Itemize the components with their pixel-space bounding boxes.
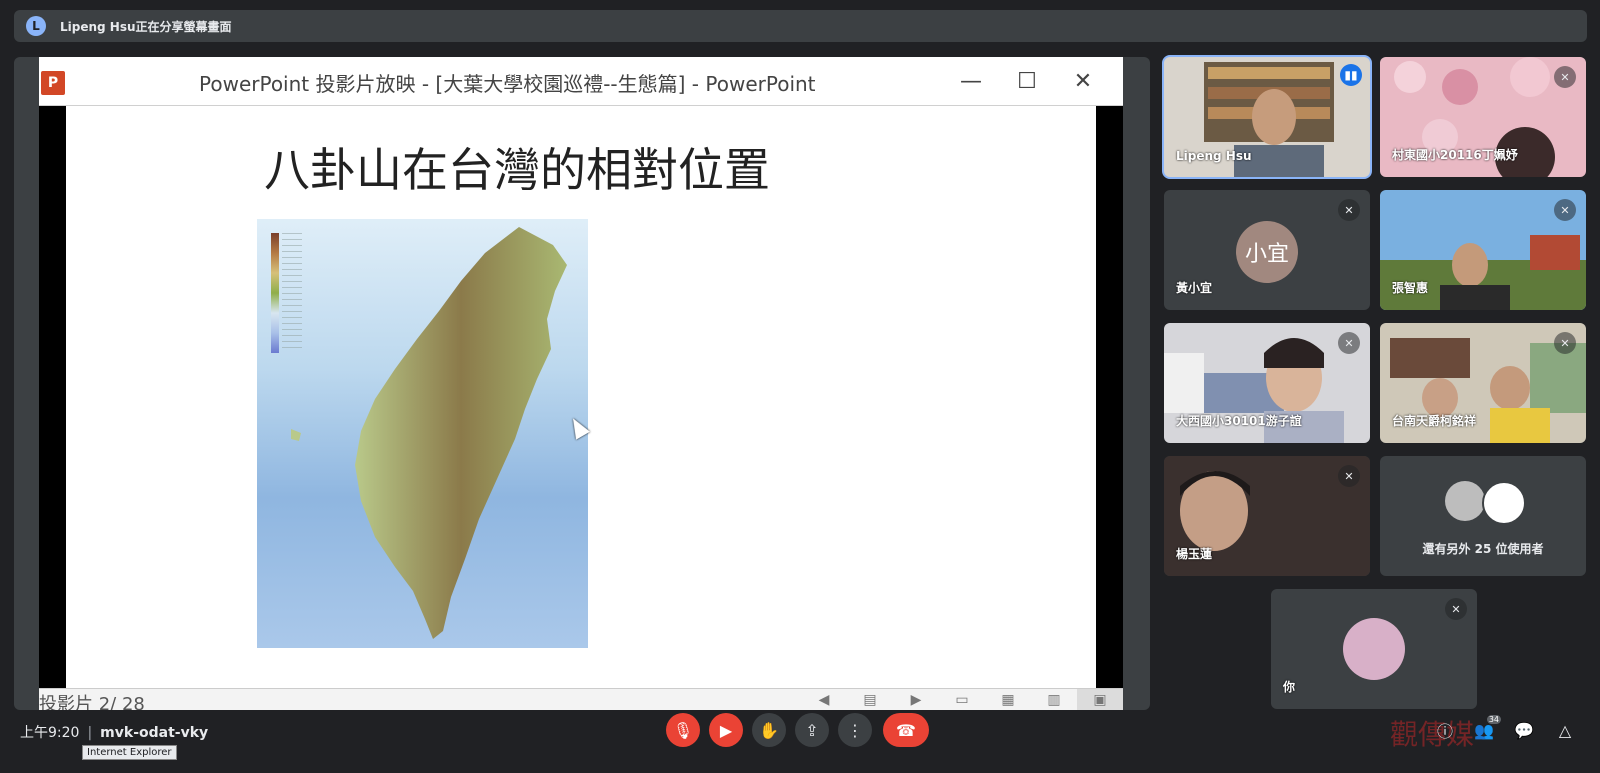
presenter-avatar: L bbox=[26, 16, 46, 36]
slide-counter: 投影片 2/ 28 bbox=[39, 694, 145, 710]
reading-view-icon[interactable]: ▥ bbox=[1031, 689, 1077, 710]
participant-tile[interactable]: ▮▮ Lipeng Hsu bbox=[1162, 55, 1372, 179]
participant-name: 黃小宜 bbox=[1176, 281, 1213, 295]
raise-hand-button[interactable]: ✋ bbox=[752, 713, 786, 747]
participant-tile[interactable]: ✕ 楊玉蓮 bbox=[1164, 456, 1370, 576]
meeting-code[interactable]: mvk-odat-vky bbox=[100, 725, 208, 741]
tooltip: Internet Explorer bbox=[82, 745, 177, 760]
end-call-button[interactable]: ☎ bbox=[883, 713, 929, 747]
more-participants-label: 還有另外 25 位使用者 bbox=[1422, 542, 1544, 556]
view-buttons: ◀ ▤ ▶ ▭ ▦ ▥ ▣ bbox=[801, 689, 1123, 710]
mic-off-icon: ✕ bbox=[1554, 66, 1576, 88]
next-slide-icon[interactable]: ▶ bbox=[893, 689, 939, 710]
slide-title: 八卦山在台灣的相對位置 bbox=[264, 143, 770, 197]
participant-name: 你 bbox=[1283, 680, 1296, 694]
minimize-button[interactable]: — bbox=[953, 65, 989, 97]
participant-name: 村東國小20116丁姵妤 bbox=[1392, 148, 1518, 162]
participant-name: 張智惠 bbox=[1392, 281, 1429, 295]
avatar bbox=[1343, 618, 1405, 680]
avatar: 小宜 bbox=[1236, 221, 1298, 283]
participant-tile[interactable]: ✕ 村東國小20116丁姵妤 bbox=[1380, 57, 1586, 177]
shared-screen: P PowerPoint 投影片放映 - [大葉大學校園巡禮--生態篇] - P… bbox=[14, 57, 1150, 710]
participant-tile[interactable]: 小宜 ✕ 黃小宜 bbox=[1164, 190, 1370, 310]
people-button[interactable]: 👥 34 bbox=[1473, 715, 1501, 741]
slideshow-statusbar: 投影片 2/ 28 ◀ ▤ ▶ ▭ ▦ ▥ ▣ bbox=[39, 688, 1123, 710]
taiwan-island-shape bbox=[291, 227, 567, 639]
maximize-button[interactable]: ☐ bbox=[1009, 65, 1045, 97]
mic-toggle-button[interactable]: 🎙 bbox=[666, 713, 700, 747]
mic-off-icon: ✕ bbox=[1445, 598, 1467, 620]
participant-name: 大西國小30101游子誼 bbox=[1176, 414, 1302, 428]
chat-button[interactable]: 💬 bbox=[1513, 719, 1535, 741]
activities-button[interactable]: △ bbox=[1554, 719, 1576, 741]
avatar bbox=[1482, 481, 1526, 525]
slide: 八卦山在台灣的相對位置 bbox=[66, 106, 1096, 688]
avatar bbox=[1445, 481, 1485, 521]
taiwan-relief-map-image bbox=[257, 219, 588, 648]
presenting-banner: L Lipeng Hsu正在分享螢幕畫面 bbox=[14, 10, 1587, 42]
normal-view-icon[interactable]: ▭ bbox=[939, 689, 985, 710]
participant-tile[interactable]: ✕ 台南天爵柯銘祥 bbox=[1380, 323, 1586, 443]
camera-toggle-button[interactable]: ▶ bbox=[709, 713, 743, 747]
participant-tile[interactable]: ✕ 大西國小30101游子誼 bbox=[1164, 323, 1370, 443]
participant-name: Lipeng Hsu bbox=[1176, 149, 1252, 163]
powerpoint-window: P PowerPoint 投影片放映 - [大葉大學校園巡禮--生態篇] - P… bbox=[39, 57, 1123, 710]
watermark: 觀傳媒 bbox=[1390, 718, 1475, 751]
close-button[interactable]: ✕ bbox=[1065, 65, 1101, 97]
powerpoint-logo-icon: P bbox=[41, 71, 65, 95]
more-options-button[interactable]: ⋮ bbox=[838, 713, 872, 747]
mic-off-icon: ✕ bbox=[1338, 465, 1360, 487]
slide-sorter-icon[interactable]: ▦ bbox=[985, 689, 1031, 710]
more-participants-tile[interactable]: 還有另外 25 位使用者 bbox=[1380, 456, 1586, 576]
participant-name: 楊玉蓮 bbox=[1176, 547, 1213, 561]
clock: 上午9:20 bbox=[20, 725, 80, 741]
speaking-indicator-icon: ▮▮ bbox=[1340, 64, 1362, 86]
presenting-banner-text: Lipeng Hsu正在分享螢幕畫面 bbox=[60, 19, 232, 34]
control-bar: 上午9:20 | mvk-odat-vky Internet Explorer 🎙 … bbox=[0, 713, 1600, 773]
self-tile[interactable]: ✕ 你 bbox=[1271, 589, 1477, 709]
participant-count-badge: 34 bbox=[1486, 715, 1501, 724]
separator: | bbox=[87, 725, 93, 741]
mic-off-icon: ✕ bbox=[1338, 332, 1360, 354]
meeting-info: 上午9:20 | mvk-odat-vky bbox=[20, 722, 208, 742]
slideshow-view-icon[interactable]: ▣ bbox=[1077, 689, 1123, 710]
window-title: PowerPoint 投影片放映 - [大葉大學校園巡禮--生態篇] - Pow… bbox=[199, 72, 816, 96]
participant-name: 台南天爵柯銘祥 bbox=[1392, 414, 1477, 428]
previous-slide-icon[interactable]: ◀ bbox=[801, 689, 847, 710]
participant-tile[interactable]: ✕ 張智惠 bbox=[1380, 190, 1586, 310]
mic-off-icon: ✕ bbox=[1338, 199, 1360, 221]
notes-icon[interactable]: ▤ bbox=[847, 689, 893, 710]
present-screen-button[interactable]: ⇪ bbox=[795, 713, 829, 747]
powerpoint-titlebar: P PowerPoint 投影片放映 - [大葉大學校園巡禮--生態篇] - P… bbox=[39, 57, 1123, 106]
meeting-details-button[interactable]: ⓘ bbox=[1434, 719, 1456, 741]
mic-off-icon: ✕ bbox=[1554, 332, 1576, 354]
mic-off-icon: ✕ bbox=[1554, 199, 1576, 221]
